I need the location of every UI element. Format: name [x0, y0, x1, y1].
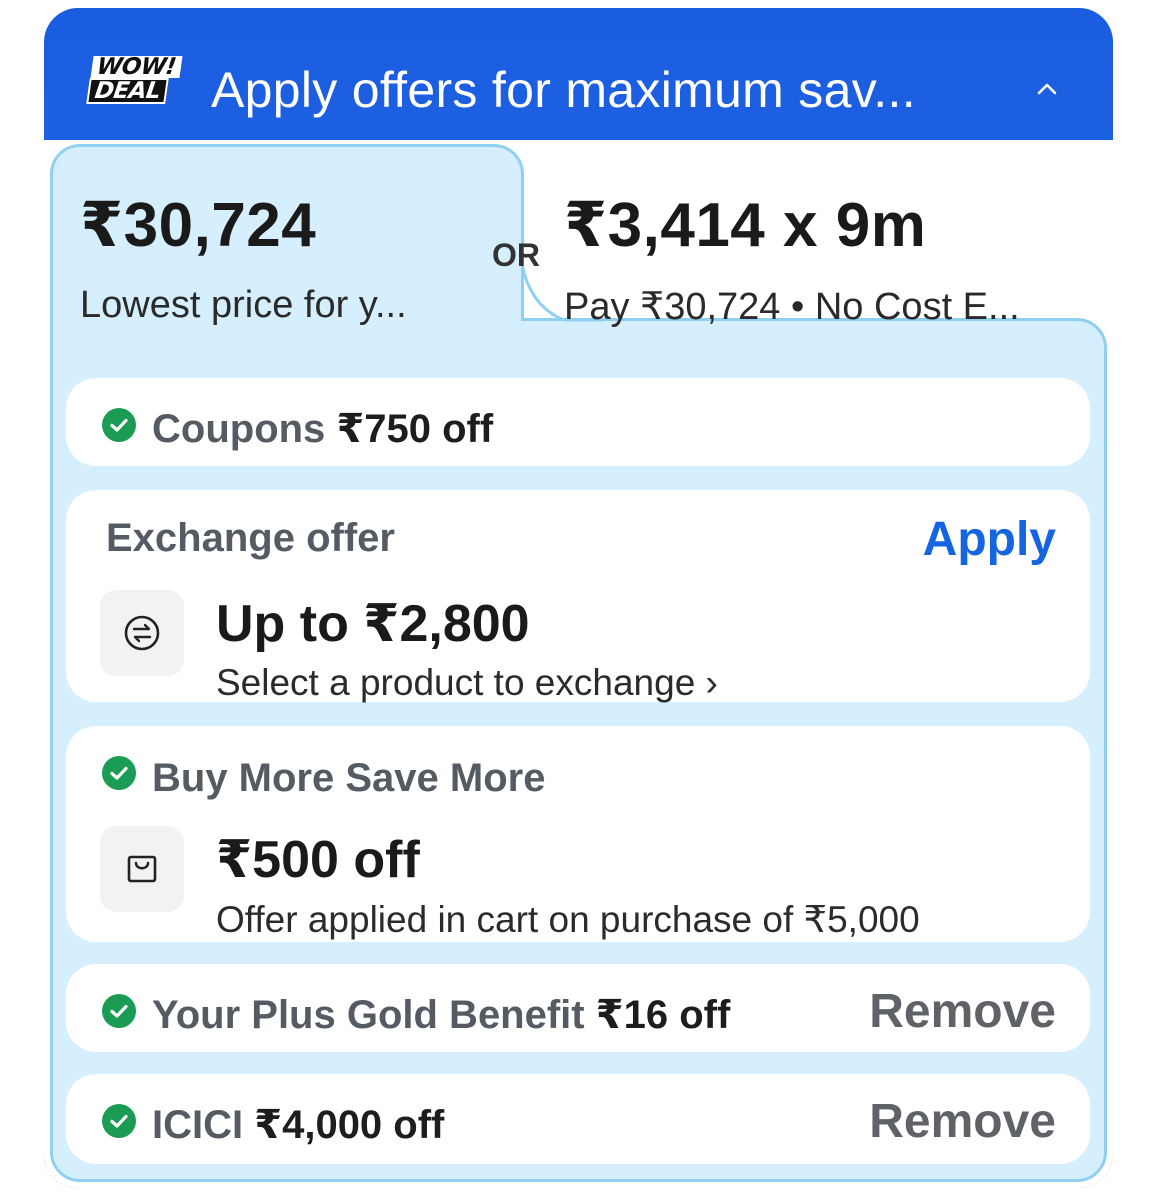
icici-label: ICICI ₹4,000 off — [152, 1102, 444, 1148]
buy-more-value: ₹500 off — [216, 831, 420, 889]
coupons-value: ₹750 off — [336, 407, 494, 451]
check-circle-icon — [102, 756, 136, 790]
exchange-label: Exchange offer — [106, 516, 395, 560]
coupons-row[interactable]: Coupons ₹750 off — [66, 378, 1090, 466]
check-circle-icon — [102, 408, 136, 442]
or-label: OR — [492, 237, 540, 273]
chevron-up-icon[interactable] — [1036, 78, 1058, 100]
plus-gold-row: Your Plus Gold Benefit ₹16 off Remove — [66, 964, 1090, 1052]
cart-bag-icon — [127, 855, 157, 883]
exchange-value: Up to ₹2,800 — [216, 595, 530, 653]
icici-value: ₹4,000 off — [254, 1103, 445, 1147]
header-title: Apply offers for maximum sav... — [211, 62, 916, 118]
offers-header[interactable]: WOW! DEAL Apply offers for maximum sav..… — [44, 8, 1113, 158]
icici-label-text: ICICI — [152, 1103, 244, 1147]
exchange-icon-box — [100, 590, 184, 676]
badge-line2: DEAL — [86, 78, 170, 104]
wow-deal-badge: WOW! DEAL — [86, 54, 192, 106]
exchange-icon — [124, 615, 160, 651]
buy-more-detail: Offer applied in cart on purchase of ₹5,… — [216, 899, 920, 940]
icici-row: ICICI ₹4,000 off Remove — [66, 1074, 1090, 1164]
exchange-offer-card: Exchange offer Apply Up to ₹2,800 Select… — [66, 490, 1090, 704]
buy-more-label: Buy More Save More — [152, 756, 546, 800]
emi-price[interactable]: ₹3,414 x 9m — [564, 188, 926, 261]
plus-gold-label-text: Your Plus Gold Benefit — [152, 993, 585, 1037]
emi-note: Pay ₹30,724 • No Cost E... — [564, 286, 1020, 328]
check-circle-icon — [102, 994, 136, 1028]
exchange-select-link[interactable]: Select a product to exchange › — [216, 662, 718, 704]
coupons-label: Coupons ₹750 off — [152, 406, 493, 452]
exchange-apply-button[interactable]: Apply — [923, 512, 1056, 567]
plus-gold-value: ₹16 off — [595, 993, 731, 1037]
plus-gold-label: Your Plus Gold Benefit ₹16 off — [152, 992, 730, 1038]
plus-gold-remove-button[interactable]: Remove — [869, 984, 1056, 1039]
offers-card: WOW! DEAL Apply offers for maximum sav..… — [44, 8, 1113, 1188]
lowest-price: ₹30,724 — [80, 191, 317, 260]
cart-icon-box — [100, 826, 184, 912]
icici-remove-button[interactable]: Remove — [869, 1094, 1056, 1149]
buy-more-card: Buy More Save More ₹500 off Offer applie… — [66, 726, 1090, 942]
lowest-price-note: Lowest price for y... — [80, 284, 407, 326]
check-circle-icon — [102, 1104, 136, 1138]
coupons-label-text: Coupons — [152, 407, 326, 451]
badge-line1: WOW! — [90, 54, 183, 80]
